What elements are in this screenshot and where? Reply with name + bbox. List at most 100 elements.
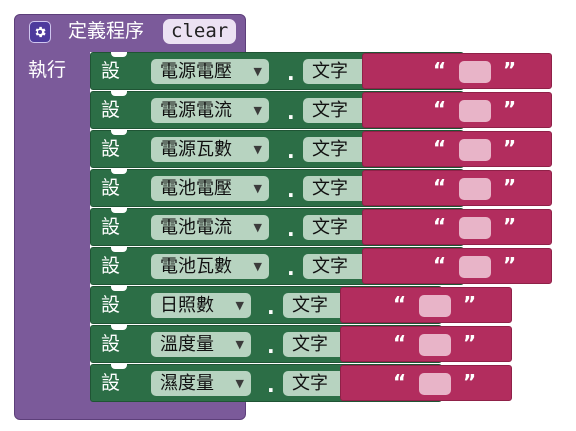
property-name: 文字 — [292, 334, 328, 355]
chevron-down-icon: ▼ — [253, 260, 262, 273]
chevron-down-icon: ▼ — [253, 221, 262, 234]
close-quote: ” — [503, 253, 517, 277]
set-label: 設 — [101, 255, 121, 277]
procedure-exec-label: 執行 — [28, 59, 67, 81]
block-notch — [111, 91, 127, 96]
text-value-field[interactable] — [419, 295, 451, 317]
block-notch — [111, 247, 127, 252]
set-label: 設 — [101, 138, 121, 160]
open-quote: “ — [433, 175, 447, 199]
chevron-down-icon: ▼ — [253, 65, 262, 78]
open-quote: “ — [433, 253, 447, 277]
close-quote: ” — [503, 175, 517, 199]
property-name: 文字 — [312, 178, 348, 199]
close-quote: ” — [503, 214, 517, 238]
property-dot: . — [287, 256, 295, 280]
property-dot: . — [287, 139, 295, 163]
text-string-block[interactable]: “ ” — [362, 53, 552, 89]
set-label: 設 — [101, 60, 121, 82]
procedure-title: 定義程序 — [68, 20, 145, 42]
text-value-field[interactable] — [419, 373, 451, 395]
property-dot: . — [267, 373, 275, 397]
block-notch — [111, 130, 127, 135]
text-value-field[interactable] — [459, 256, 491, 278]
component-dropdown[interactable]: 濕度量 ▼ — [151, 371, 251, 396]
block-notch — [111, 208, 127, 213]
text-string-block[interactable]: “ ” — [362, 92, 552, 128]
property-name: 文字 — [312, 139, 348, 160]
text-string-block[interactable]: “ ” — [362, 248, 552, 284]
chevron-down-icon: ▼ — [253, 104, 262, 117]
close-quote: ” — [463, 331, 477, 355]
chevron-down-icon: ▼ — [253, 182, 262, 195]
property-name: 文字 — [292, 295, 328, 316]
property-name: 文字 — [312, 217, 348, 238]
chevron-down-icon: ▼ — [235, 377, 244, 390]
set-label: 設 — [101, 177, 121, 199]
component-dropdown[interactable]: 電源電流 ▼ — [151, 98, 269, 123]
set-label: 設 — [101, 99, 121, 121]
chevron-down-icon: ▼ — [235, 338, 244, 351]
component-name: 電源電流 — [160, 100, 232, 121]
property-dot: . — [287, 61, 295, 85]
component-name: 電池電流 — [160, 217, 232, 238]
component-name: 電源電壓 — [160, 61, 232, 82]
block-notch — [111, 325, 127, 330]
component-name: 電源瓦數 — [160, 139, 232, 160]
property-dot: . — [267, 334, 275, 358]
text-string-block[interactable]: “ ” — [362, 170, 552, 206]
component-name: 濕度量 — [160, 373, 214, 394]
close-quote: ” — [463, 370, 477, 394]
text-value-field[interactable] — [459, 100, 491, 122]
block-notch — [111, 52, 127, 57]
component-dropdown[interactable]: 電池電壓 ▼ — [151, 176, 269, 201]
set-label: 設 — [101, 294, 121, 316]
component-dropdown[interactable]: 電源電壓 ▼ — [151, 59, 269, 84]
component-name: 電池電壓 — [160, 178, 232, 199]
property-dot: . — [267, 295, 275, 319]
component-dropdown[interactable]: 電源瓦數 ▼ — [151, 137, 269, 162]
component-dropdown[interactable]: 電池電流 ▼ — [151, 215, 269, 240]
text-string-block[interactable]: “ ” — [362, 131, 552, 167]
procedure-name-field[interactable]: clear — [163, 19, 237, 44]
close-quote: ” — [503, 58, 517, 82]
text-value-field[interactable] — [459, 61, 491, 83]
text-string-block[interactable]: “ ” — [340, 326, 512, 362]
component-name: 溫度量 — [160, 334, 214, 355]
set-label: 設 — [101, 333, 121, 355]
text-value-field[interactable] — [419, 334, 451, 356]
property-name: 文字 — [312, 100, 348, 121]
open-quote: “ — [433, 58, 447, 82]
block-notch — [111, 364, 127, 369]
text-value-field[interactable] — [459, 139, 491, 161]
open-quote: “ — [393, 292, 407, 316]
open-quote: “ — [433, 214, 447, 238]
set-label: 設 — [101, 216, 121, 238]
open-quote: “ — [393, 331, 407, 355]
chevron-down-icon: ▼ — [235, 299, 244, 312]
block-notch — [111, 169, 127, 174]
text-string-block[interactable]: “ ” — [362, 209, 552, 245]
text-string-block[interactable]: “ ” — [340, 365, 512, 401]
property-name: 文字 — [292, 373, 328, 394]
close-quote: ” — [503, 97, 517, 121]
close-quote: ” — [463, 292, 477, 316]
chevron-down-icon: ▼ — [253, 143, 262, 156]
property-name: 文字 — [312, 61, 348, 82]
property-dot: . — [287, 100, 295, 124]
text-value-field[interactable] — [459, 178, 491, 200]
open-quote: “ — [433, 136, 447, 160]
component-name: 日照數 — [160, 295, 214, 316]
component-dropdown[interactable]: 溫度量 ▼ — [151, 332, 251, 357]
property-dot: . — [287, 178, 295, 202]
open-quote: “ — [433, 97, 447, 121]
gear-icon[interactable] — [29, 21, 51, 43]
property-dot: . — [287, 217, 295, 241]
open-quote: “ — [393, 370, 407, 394]
component-dropdown[interactable]: 日照數 ▼ — [151, 293, 251, 318]
text-string-block[interactable]: “ ” — [340, 287, 512, 323]
component-dropdown[interactable]: 電池瓦數 ▼ — [151, 254, 269, 279]
property-name: 文字 — [312, 256, 348, 277]
set-label: 設 — [101, 372, 121, 394]
text-value-field[interactable] — [459, 217, 491, 239]
